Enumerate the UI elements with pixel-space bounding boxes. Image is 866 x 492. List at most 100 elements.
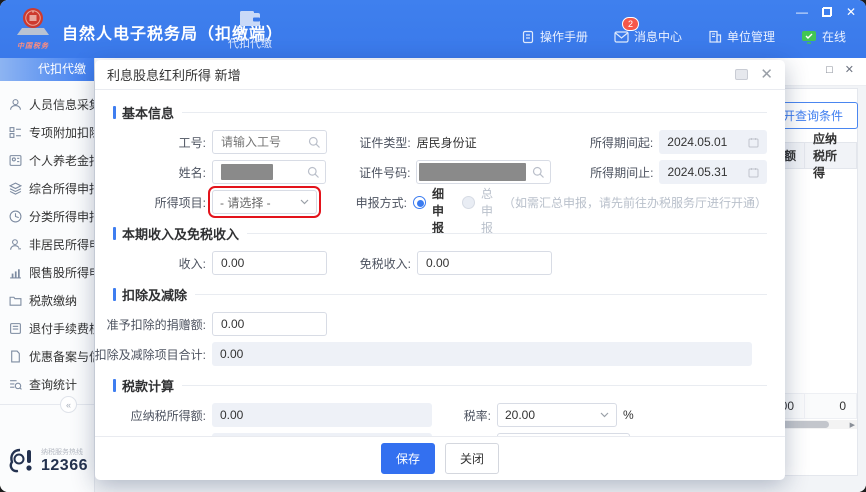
tab-withholding-label: 代扣代缴	[228, 38, 272, 50]
name-field[interactable]	[212, 160, 327, 184]
radio-unselected-icon	[461, 195, 475, 209]
tax-free-income-input[interactable]	[417, 251, 552, 275]
section-basic-info: 基本信息	[113, 103, 767, 122]
sidebar-item-label: 非居民所得申报	[29, 237, 94, 252]
message-count-badge: 2	[621, 17, 639, 31]
form-row: 所得项目: - 请选择 - 申报方式: 明细申报 汇总申报 （如需汇总申报，请先	[113, 170, 767, 235]
tax-rate-label: 税率:	[463, 408, 491, 423]
person-outline-icon	[10, 238, 21, 250]
income-input[interactable]	[212, 251, 327, 275]
tax-rate-select[interactable]: 20.00	[497, 403, 617, 427]
hotline-12366-logo-icon	[9, 448, 32, 473]
window-restore-icon[interactable]	[821, 7, 832, 17]
income-item-select[interactable]: - 请选择 -	[208, 186, 321, 218]
layers-icon	[9, 181, 22, 195]
sidebar-header: 代扣代缴	[0, 58, 94, 81]
panel-close-icon[interactable]: ✕	[845, 65, 854, 76]
search-list-icon	[10, 379, 22, 390]
income-item-label: 所得项目:	[154, 195, 206, 210]
sidebar-item-refund-fee-check[interactable]: 退付手续费核对	[0, 314, 94, 342]
nav-manual[interactable]: 操作手册	[521, 28, 588, 45]
dialog-footer: 保存 关闭	[95, 436, 785, 480]
sidebar-item-tax-payment[interactable]: 税款缴纳	[0, 286, 94, 314]
sidebar-item-preference-filing[interactable]: 优惠备案与信息报	[0, 342, 94, 370]
form-row: 工号: 证件类型: 居民身份证 所得期间起: 2024.05.01	[113, 130, 767, 154]
tax-free-income-label: 免税收入:	[359, 256, 411, 271]
taxable-income-label: 应纳税所得额:	[130, 408, 206, 423]
tax-bureau-logo: 中国税务	[10, 6, 56, 51]
nav-message-center[interactable]: 2 消息中心	[614, 17, 682, 45]
name-label: 姓名:	[178, 165, 206, 180]
window-minimize-icon[interactable]: —	[796, 6, 808, 18]
search-icon[interactable]	[532, 166, 545, 179]
sidebar-item-label: 查询统计	[29, 377, 78, 392]
header-nav: 操作手册 2 消息中心 单位管理 在线	[521, 17, 846, 45]
dialog-maximize-icon[interactable]	[735, 69, 749, 80]
cert-no-redacted-value	[419, 163, 527, 181]
sidebar-item-nonresident-income[interactable]: 非居民所得申报	[0, 230, 94, 258]
chevron-down-icon	[300, 199, 309, 205]
sidebar-item-label: 个人养老金扣除信	[29, 153, 94, 168]
sidebar-item-label: 人员信息采集	[29, 97, 95, 112]
sidebar-item-label: 税款缴纳	[29, 293, 78, 308]
donation-label: 准予扣除的捐赠额:	[106, 317, 206, 332]
sidebar-menu: 人员信息采集 专项附加扣除信息 个人养老金扣除信 综合所得申报 分类所得申报 非…	[0, 81, 94, 398]
close-button[interactable]: 关闭	[445, 443, 500, 474]
national-emblem-icon	[17, 8, 49, 35]
form-row: 准予扣除的捐赠额:	[107, 312, 767, 336]
wallet-icon	[240, 11, 260, 26]
sidebar-item-label: 综合所得申报	[29, 181, 95, 196]
sidebar-item-label: 退付手续费核对	[29, 321, 94, 336]
cert-no-label: 证件号码:	[359, 165, 411, 180]
nav-manual-label: 操作手册	[539, 30, 588, 44]
hotline-number: 12366	[41, 457, 88, 474]
nav-online-status[interactable]: 在线	[801, 28, 846, 45]
save-button[interactable]: 保存	[380, 443, 435, 474]
tax-rate-unit: %	[623, 408, 634, 422]
panel-maximize-icon[interactable]: □	[826, 65, 833, 76]
form-row: *扣除及减除项目合计: 0.00	[95, 342, 767, 366]
sidebar-item-personnel-info[interactable]: 人员信息采集	[0, 90, 94, 118]
scroll-right-arrow-icon[interactable]: ▶	[850, 421, 855, 429]
sidebar-divider: «	[0, 396, 94, 413]
sidebar-collapse-icon[interactable]: «	[60, 396, 77, 413]
nav-online-label: 在线	[821, 30, 846, 44]
clock-pie-icon	[9, 210, 22, 222]
page-icon	[11, 350, 20, 362]
period-start-label: 所得期间起:	[589, 135, 654, 150]
donation-input[interactable]	[212, 312, 327, 336]
section-title: 本期收入及免税收入	[122, 227, 240, 242]
section-divider	[182, 385, 767, 386]
hotline-caption: 纳税服务热线	[41, 449, 83, 456]
search-icon[interactable]	[308, 136, 321, 149]
job-no-label: 工号:	[178, 135, 206, 150]
sidebar-item-label: 限售股所得申报	[29, 265, 94, 280]
sidebar-item-query-statistics[interactable]: 查询统计	[0, 370, 94, 398]
sidebar-item-restricted-stock[interactable]: 限售股所得申报	[0, 258, 94, 286]
section-title: 基本信息	[122, 106, 175, 121]
sidebar-item-pension-deduction[interactable]: 个人养老金扣除信	[0, 146, 94, 174]
search-icon[interactable]	[307, 166, 320, 179]
nav-org-manage[interactable]: 单位管理	[708, 28, 775, 45]
cert-no-field[interactable]	[416, 160, 552, 184]
section-title: 扣除及减除	[122, 288, 188, 303]
logo-caption: 中国税务	[17, 43, 49, 50]
name-redacted-value	[221, 164, 273, 180]
tab-withholding-module[interactable]: 代扣代缴	[218, 10, 282, 51]
sidebar-item-comprehensive-income[interactable]: 综合所得申报	[0, 174, 94, 202]
sidebar-item-classified-income[interactable]: 分类所得申报	[0, 202, 94, 230]
dialog-title: 利息股息红利所得 新增	[107, 68, 241, 83]
period-start-field[interactable]: 2024.05.01	[659, 130, 767, 154]
document-icon	[522, 30, 534, 43]
window-close-icon[interactable]: ✕	[846, 6, 856, 18]
table-cell: 0	[805, 394, 857, 418]
column-header: 应纳税所得	[805, 132, 857, 180]
dialog-titlebar: 利息股息红利所得 新增 ✕	[95, 60, 785, 90]
nav-org-label: 单位管理	[726, 30, 775, 44]
dialog-close-icon[interactable]: ✕	[760, 67, 773, 82]
sidebar-item-label: 专项附加扣除信息	[29, 125, 94, 140]
cert-type-value: 居民身份证	[416, 135, 477, 150]
folder-icon	[9, 296, 22, 306]
sidebar-item-special-deduction[interactable]: 专项附加扣除信息	[0, 118, 94, 146]
section-title: 税款计算	[122, 379, 175, 394]
